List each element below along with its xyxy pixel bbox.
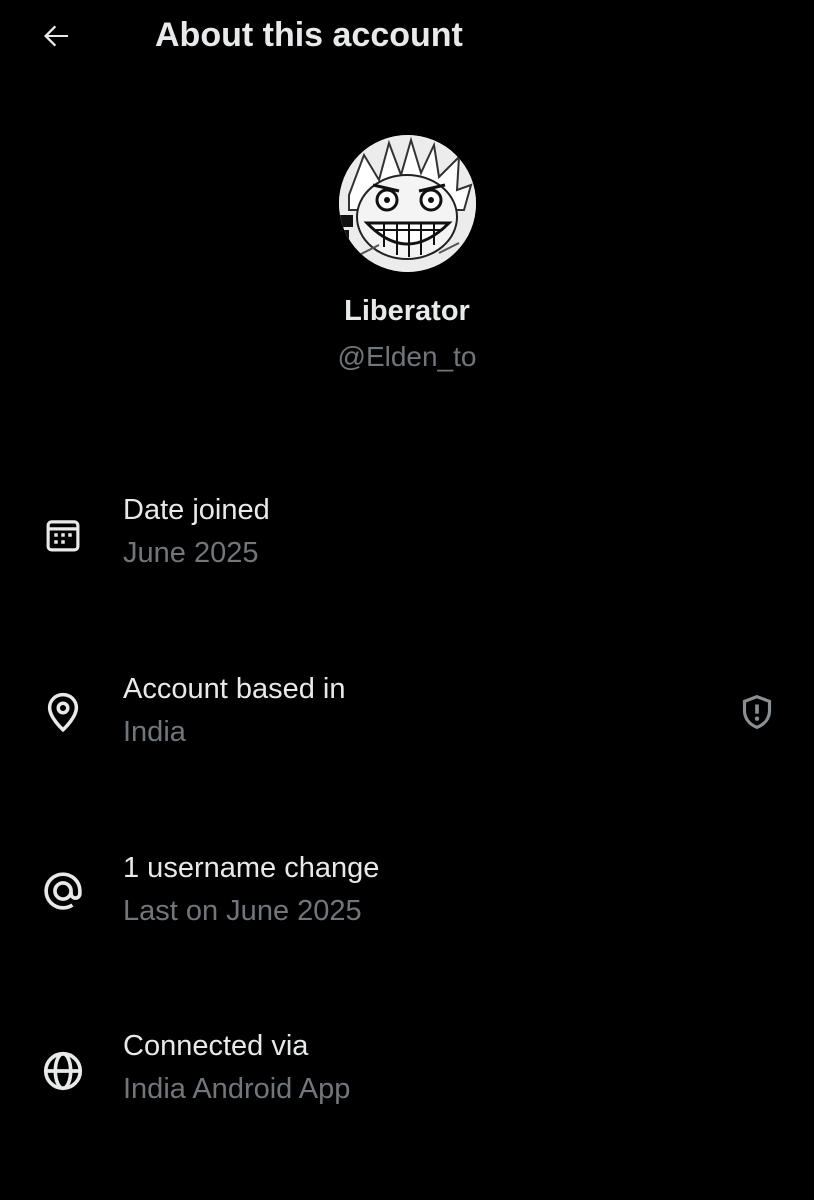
account-based-in-label: Account based in bbox=[123, 673, 346, 705]
username-change-value: Last on June 2025 bbox=[123, 895, 362, 927]
date-joined-label: Date joined bbox=[123, 494, 270, 526]
shield-alert-button[interactable] bbox=[733, 688, 781, 736]
connected-via-row: Connected via India Android App bbox=[0, 1024, 814, 1124]
username-handle: @Elden_to bbox=[337, 341, 477, 372]
calendar-icon bbox=[38, 510, 88, 560]
account-based-in-row: Account based in India bbox=[0, 667, 814, 767]
username-change-label: 1 username change bbox=[123, 852, 380, 884]
top-bar: About this account bbox=[0, 0, 814, 70]
username-change-row: 1 username change Last on June 2025 bbox=[0, 846, 814, 946]
at-sign-icon bbox=[38, 866, 88, 916]
connected-via-value: India Android App bbox=[123, 1073, 351, 1105]
display-name: Liberator bbox=[344, 295, 470, 327]
date-joined-row: Date joined June 2025 bbox=[0, 488, 814, 588]
avatar-illustration bbox=[339, 135, 476, 272]
back-button[interactable] bbox=[34, 14, 78, 58]
page-title: About this account bbox=[155, 16, 463, 54]
date-joined-value: June 2025 bbox=[123, 537, 259, 569]
account-based-in-value: India bbox=[123, 716, 186, 748]
location-pin-icon bbox=[38, 687, 88, 737]
avatar[interactable] bbox=[339, 135, 476, 272]
connected-via-label: Connected via bbox=[123, 1030, 309, 1062]
globe-icon bbox=[38, 1046, 88, 1096]
shield-alert-icon bbox=[742, 694, 772, 730]
arrow-left-icon bbox=[44, 25, 68, 47]
